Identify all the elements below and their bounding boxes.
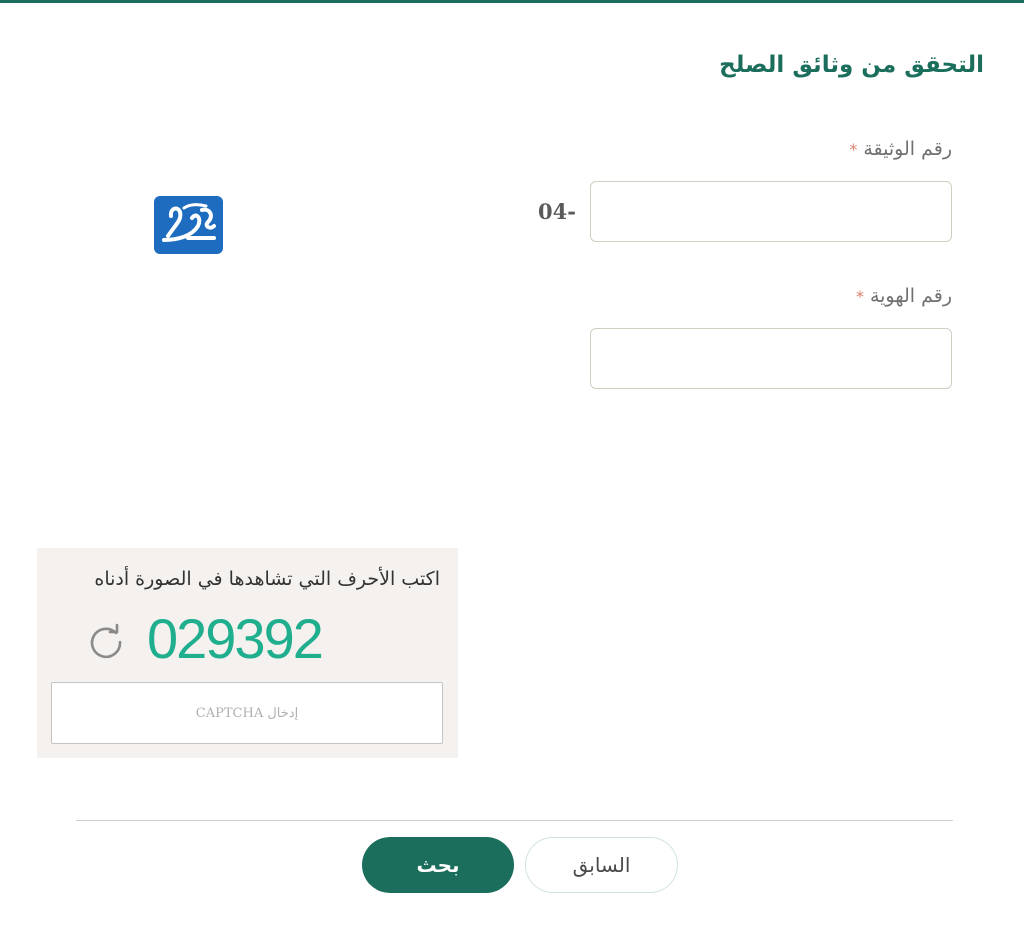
id-number-input[interactable] — [590, 328, 952, 389]
required-marker: * — [849, 140, 858, 159]
id-number-label: رقم الهوية * — [856, 285, 952, 307]
previous-button[interactable]: السابق — [525, 837, 678, 893]
id-number-label-text: رقم الهوية — [869, 285, 952, 307]
captcha-panel: اكتب الأحرف التي تشاهدها في الصورة أدناه… — [37, 548, 458, 758]
refresh-icon[interactable] — [85, 620, 127, 662]
document-number-prefix: 04- — [538, 199, 576, 224]
captcha-code: 029392 — [147, 607, 324, 670]
document-number-label-text: رقم الوثيقة — [863, 138, 952, 160]
required-marker: * — [855, 287, 864, 306]
captcha-instruction: اكتب الأحرف التي تشاهدها في الصورة أدناه — [94, 568, 440, 590]
footer-divider — [76, 820, 953, 821]
top-border — [0, 0, 1024, 3]
page-title: التحقق من وثائق الصلح — [719, 52, 984, 78]
search-button[interactable]: بحث — [362, 837, 514, 893]
document-number-label: رقم الوثيقة * — [849, 138, 952, 160]
site-logo — [154, 196, 223, 254]
captcha-input[interactable] — [51, 682, 443, 744]
site-logo-icon — [162, 203, 216, 242]
document-number-input[interactable] — [590, 181, 952, 242]
